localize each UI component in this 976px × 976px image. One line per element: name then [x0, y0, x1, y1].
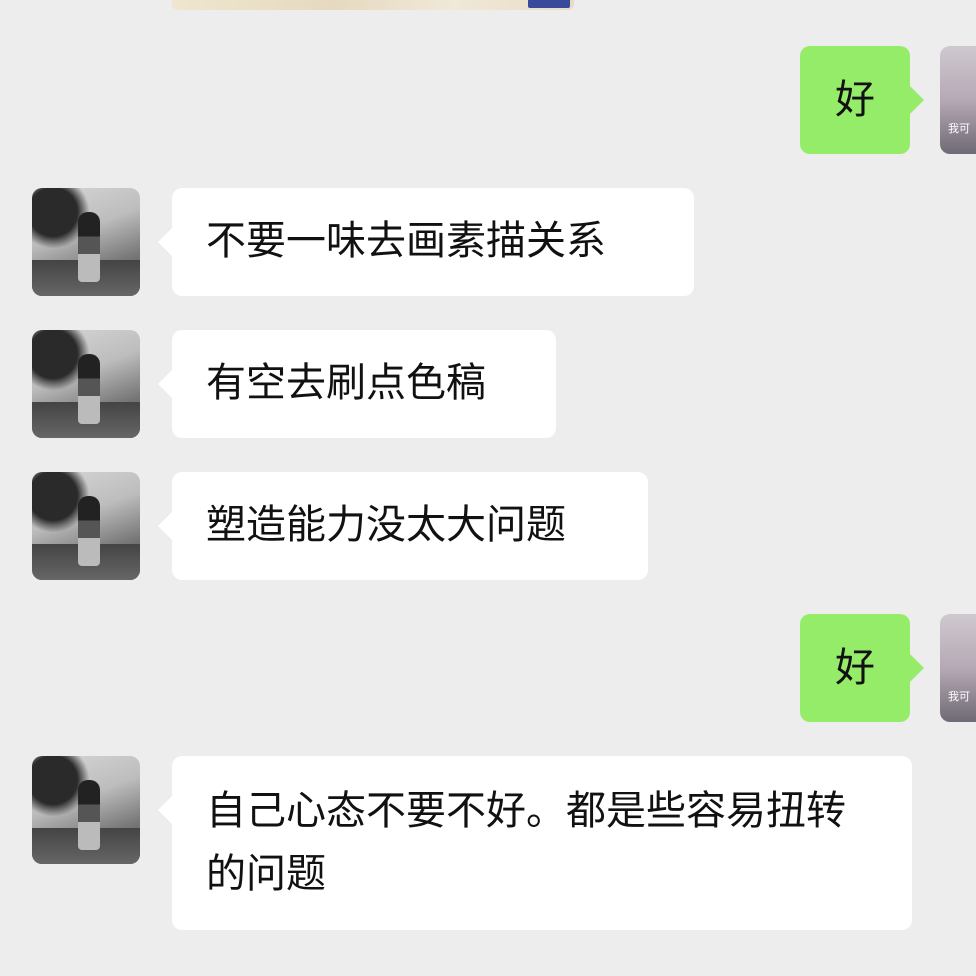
avatar-person: [78, 212, 100, 282]
message-bubble-self[interactable]: 好: [800, 614, 924, 722]
self-avatar[interactable]: 我可: [940, 614, 976, 722]
contact-avatar[interactable]: [32, 472, 140, 580]
message-text: 自己心态不要不好。都是些容易扭转的问题: [206, 788, 846, 897]
message-text: 好: [835, 77, 875, 123]
message-bubble-other[interactable]: 塑造能力没太大问题: [158, 472, 648, 580]
contact-avatar[interactable]: [32, 188, 140, 296]
message-bubble-other[interactable]: 不要一味去画素描关系: [158, 188, 694, 296]
contact-avatar[interactable]: [32, 330, 140, 438]
message-text: 塑造能力没太大问题: [206, 502, 566, 548]
self-avatar-label: 我可: [948, 122, 970, 135]
self-avatar-label: 我可: [948, 690, 970, 703]
avatar-person: [78, 780, 100, 850]
avatar-person: [78, 354, 100, 424]
message-text: 有空去刷点色稿: [206, 360, 486, 406]
image-tag: [528, 0, 570, 8]
message-text: 不要一味去画素描关系: [206, 218, 606, 264]
message-text: 好: [835, 645, 875, 691]
message-bubble-self[interactable]: 好: [800, 46, 924, 154]
self-avatar[interactable]: 我可: [940, 46, 976, 154]
avatar-person: [78, 496, 100, 566]
shared-image-preview[interactable]: [172, 0, 574, 10]
contact-avatar[interactable]: [32, 756, 140, 864]
message-bubble-other[interactable]: 有空去刷点色稿: [158, 330, 556, 438]
message-bubble-other[interactable]: 自己心态不要不好。都是些容易扭转的问题: [158, 756, 912, 930]
